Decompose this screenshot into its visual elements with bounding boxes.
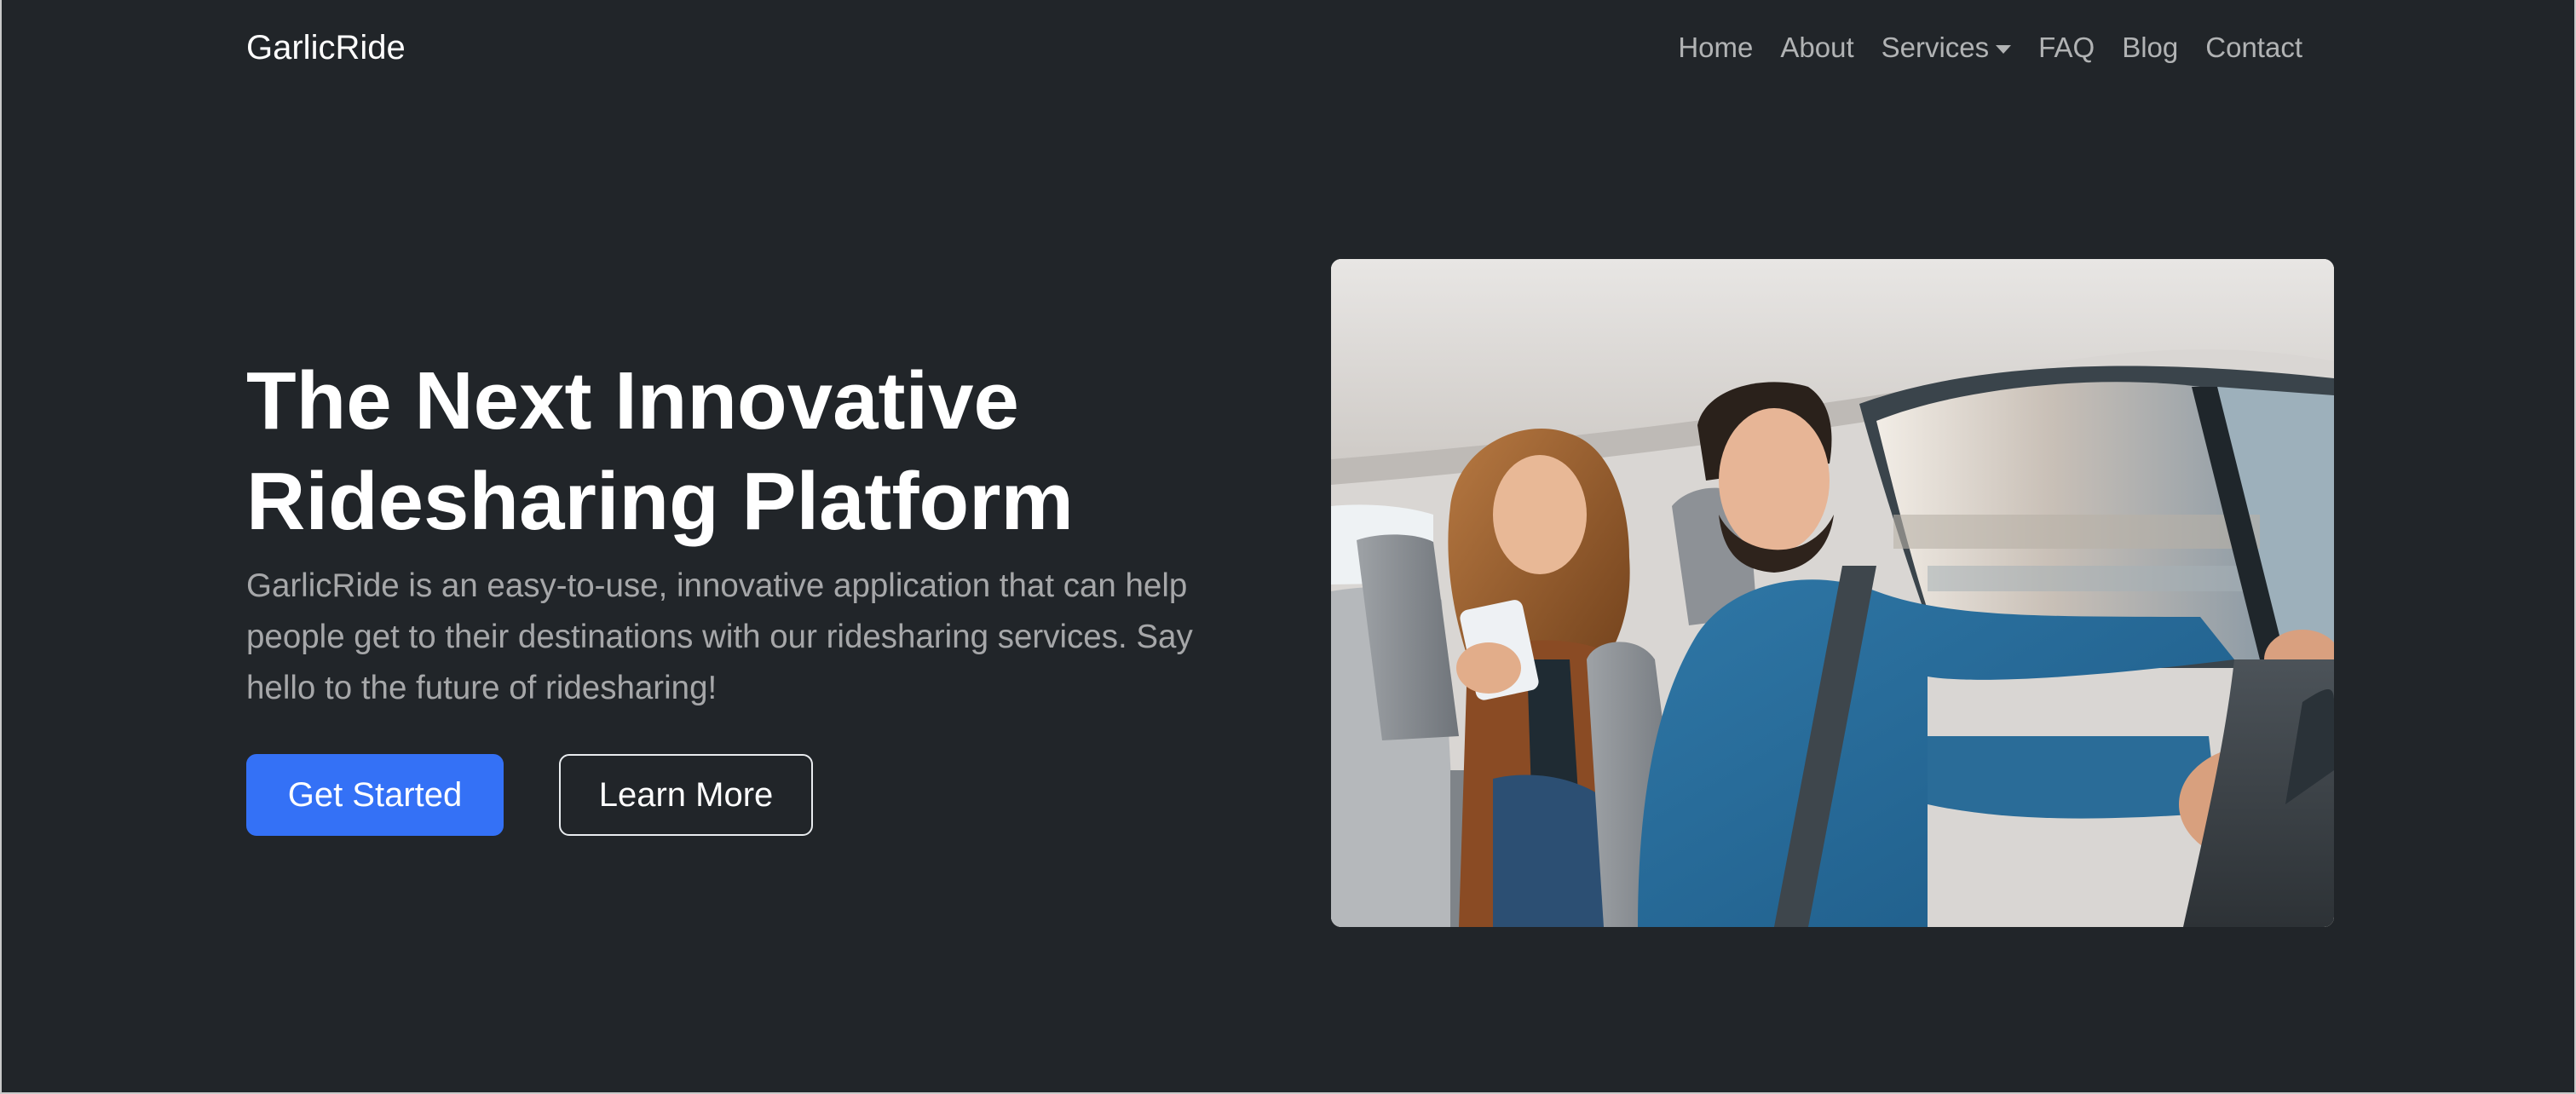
get-started-button[interactable]: Get Started: [246, 754, 504, 836]
hero-lead-text: GarlicRide is an easy-to-use, innovative…: [246, 567, 1193, 706]
brand-logo-link[interactable]: GarlicRide: [246, 26, 406, 70]
nav-link-faq-label: FAQ: [2038, 32, 2095, 63]
caret-down-icon: [1996, 45, 2012, 54]
nav-link-contact[interactable]: Contact: [2192, 26, 2316, 70]
nav-link-about-label: About: [1780, 32, 1854, 63]
nav-link-home[interactable]: Home: [1664, 26, 1766, 70]
nav-links: Home About Services FAQ Blog Contact: [1664, 26, 2316, 70]
rideshare-photo: [1331, 259, 2334, 927]
nav-link-blog[interactable]: Blog: [2108, 26, 2192, 70]
nav-link-contact-label: Contact: [2205, 32, 2302, 63]
nav-link-faq[interactable]: FAQ: [2025, 26, 2108, 70]
hero-title: The Next Innovative Ridesharing Platform: [246, 351, 1269, 552]
nav-link-services-label: Services: [1881, 32, 1990, 63]
hero-title-line-1: The Next Innovative: [246, 355, 1019, 446]
hero-image: [1331, 259, 2334, 927]
hero-title-line-2: Ridesharing Platform: [246, 456, 1074, 547]
nav-link-about[interactable]: About: [1766, 26, 1867, 70]
nav-link-home-label: Home: [1678, 32, 1754, 63]
nav-dropdown-services[interactable]: Services: [1868, 26, 2026, 70]
navbar: GarlicRide Home About Services FAQ Blog …: [2, 0, 2574, 99]
learn-more-button[interactable]: Learn More: [559, 754, 813, 836]
nav-link-blog-label: Blog: [2122, 32, 2179, 63]
